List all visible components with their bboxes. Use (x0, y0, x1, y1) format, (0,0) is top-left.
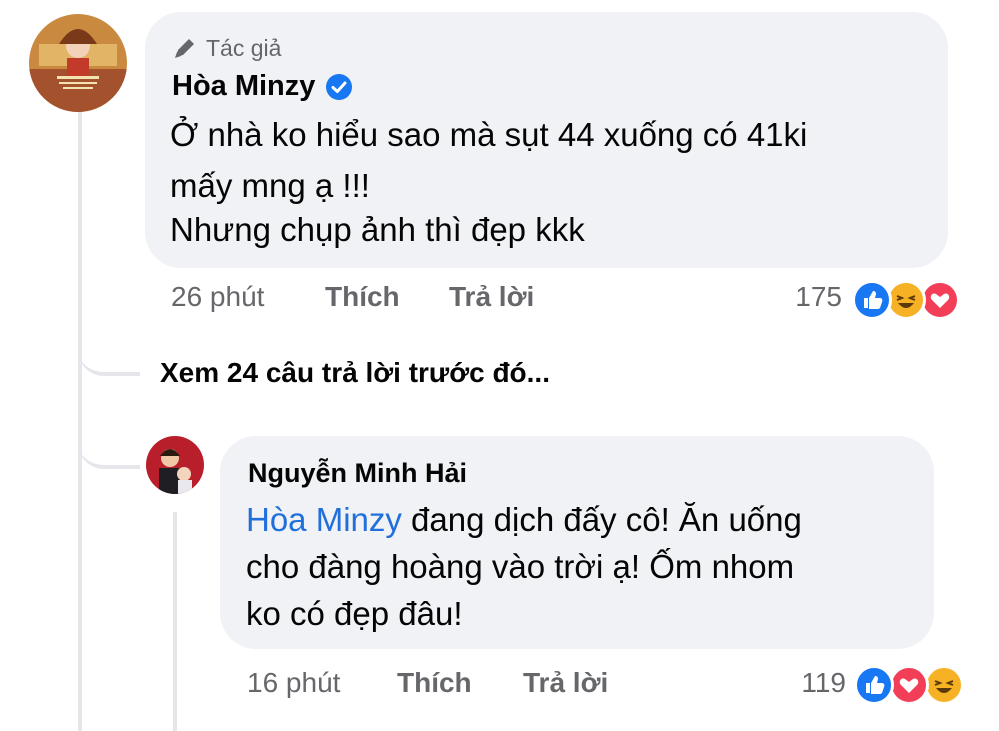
reply-line-3: ko có đẹp đâu! (246, 595, 463, 632)
comment-timestamp[interactable]: 26 phút (171, 281, 264, 313)
comment-line-1: Ở nhà ko hiểu sao mà sụt 44 xuống có 41k… (170, 116, 808, 153)
reply-author-avatar[interactable] (146, 436, 204, 494)
comment-line-3: Nhưng chụp ảnh thì đẹp kkk (170, 211, 585, 248)
author-badge-label: Tác giả (206, 34, 282, 61)
reply-avatar-image (146, 436, 204, 494)
reply-line-1: Hòa Minzy đang dịch đấy cô! Ăn uống (246, 496, 802, 544)
reply-line-2: cho đàng hoàng vào trời ạ! Ốm nhom (246, 548, 795, 585)
haha-icon[interactable] (924, 665, 964, 705)
see-previous-replies-link[interactable]: Xem 24 câu trả lời trước đó... (160, 357, 550, 389)
author-avatar-image (29, 14, 127, 112)
like-icon[interactable] (854, 665, 894, 705)
love-icon[interactable] (920, 280, 960, 320)
comment-author-name[interactable]: Hòa Minzy (172, 70, 353, 103)
thread-line-reply (173, 512, 177, 731)
author-avatar[interactable] (29, 14, 127, 112)
haha-icon[interactable] (886, 280, 926, 320)
pen-icon (175, 39, 194, 58)
reply-line-1-text: đang dịch đấy cô! Ăn uống (401, 501, 802, 538)
comment-reaction-count[interactable]: 175 (780, 281, 842, 313)
verified-badge-icon (326, 73, 353, 100)
reply-timestamp[interactable]: 16 phút (247, 667, 340, 699)
comment-reply-button[interactable]: Trả lời (449, 281, 534, 313)
reply-mention-link[interactable]: Hòa Minzy (246, 501, 402, 538)
comment-author-name-text[interactable]: Hòa Minzy (172, 70, 315, 103)
like-icon[interactable] (852, 280, 892, 320)
thread-branch-see-more (78, 320, 140, 376)
thread-branch-reply (78, 415, 140, 469)
comment-line-2: mấy mng ạ !!! (170, 167, 370, 204)
author-badge: Tác giả (172, 33, 281, 63)
reply-author-name[interactable]: Nguyễn Minh Hải (248, 458, 467, 489)
love-icon[interactable] (889, 665, 929, 705)
reply-reaction-count[interactable]: 119 (780, 667, 846, 699)
reply-like-button[interactable]: Thích (397, 667, 472, 699)
comment-like-button[interactable]: Thích (325, 281, 400, 313)
reply-reply-button[interactable]: Trả lời (523, 667, 608, 699)
